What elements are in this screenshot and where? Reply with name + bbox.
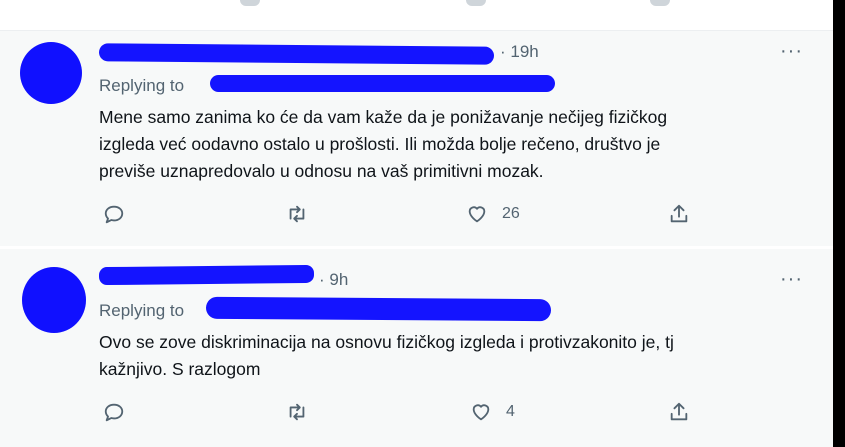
like-button[interactable]: 26 — [466, 203, 520, 225]
tweet-time[interactable]: · 19h — [500, 42, 539, 62]
share-button[interactable] — [668, 401, 690, 423]
username-redaction — [98, 43, 495, 65]
like-icon — [468, 206, 486, 223]
reply-target-redaction — [210, 75, 555, 92]
reply-button[interactable] — [103, 203, 125, 225]
more-icon[interactable]: ··· — [780, 40, 803, 63]
tweet-time[interactable]: · 9h — [319, 270, 348, 290]
retweet-icon — [289, 205, 305, 223]
window-edge — [833, 0, 845, 447]
faded-icon — [240, 0, 260, 6]
tweet-text: Ovo se zove diskriminacija na osnovu fiz… — [99, 329, 789, 383]
tweet-actions: 26 — [99, 203, 699, 233]
faded-icon — [466, 0, 486, 6]
like-icon — [472, 404, 490, 421]
faded-icon — [650, 0, 670, 6]
reply-icon — [104, 205, 124, 224]
replying-to-label: Replying to — [99, 76, 185, 95]
tweet-text-line: previše uznapredovalo u odnosu na vaš pr… — [99, 161, 544, 181]
like-button[interactable]: 4 — [470, 401, 515, 423]
retweet-button[interactable] — [286, 203, 308, 225]
tweet-text-line: izgleda već oodavno ostalo u prošlosti. … — [99, 134, 661, 154]
previous-tweet-edge — [0, 0, 833, 31]
tweet-text-line: Ovo se zove diskriminacija na osnovu fiz… — [99, 332, 674, 352]
tweet-text-line: Mene samo zanima ko će da vam kaže da je… — [99, 107, 668, 127]
tweet-text-line: kažnjivo. S razlogom — [99, 359, 261, 379]
like-count: 26 — [502, 205, 520, 222]
replying-to-label: Replying to — [99, 301, 185, 320]
retweet-icon — [289, 403, 305, 421]
like-count: 4 — [506, 403, 515, 420]
share-icon — [670, 204, 688, 223]
tweet-actions: 4 — [99, 401, 699, 431]
tweet-1[interactable]: · 19h ··· Replying to Mene samo zanima k… — [0, 31, 833, 247]
share-button[interactable] — [668, 203, 690, 225]
tweet-2[interactable]: · 9h ··· Replying to Ovo se zove diskrim… — [0, 249, 833, 447]
reply-icon — [104, 403, 124, 422]
reply-target-redaction — [205, 296, 552, 322]
timeline-panel: · 19h ··· Replying to Mene samo zanima k… — [0, 0, 833, 447]
more-icon[interactable]: ··· — [780, 268, 803, 291]
reply-button[interactable] — [103, 401, 125, 423]
avatar-redacted[interactable] — [22, 267, 86, 333]
share-icon — [670, 402, 688, 421]
avatar-redacted[interactable] — [20, 42, 82, 104]
username-redaction — [98, 264, 315, 286]
retweet-button[interactable] — [286, 401, 308, 423]
tweet-text: Mene samo zanima ko će da vam kaže da je… — [99, 104, 789, 185]
